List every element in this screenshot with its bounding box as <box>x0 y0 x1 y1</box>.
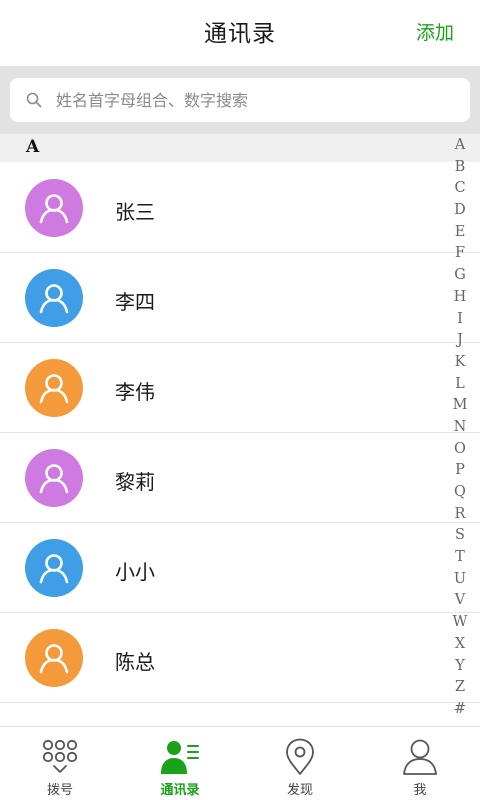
add-contact-button[interactable]: 添加 <box>416 18 454 45</box>
index-letter[interactable]: # <box>454 699 466 721</box>
bottom-tab-bar: 拨号 通讯录 发现 我 <box>0 726 480 800</box>
index-letter[interactable]: O <box>454 439 466 461</box>
tab-label: 通讯录 <box>160 783 200 798</box>
index-letter[interactable]: V <box>455 590 465 612</box>
search-input[interactable] <box>56 90 436 110</box>
person-icon <box>39 644 69 674</box>
index-letter[interactable]: E <box>455 222 466 244</box>
tab-discover[interactable]: 发现 <box>240 727 360 800</box>
index-letter[interactable]: W <box>453 612 468 634</box>
index-letter[interactable]: X <box>455 634 465 656</box>
index-letter[interactable]: L <box>455 374 465 396</box>
index-letter[interactable]: G <box>454 265 466 287</box>
contact-name: 张三 <box>115 200 155 224</box>
index-letter[interactable]: A <box>455 135 465 157</box>
search-icon <box>26 92 42 108</box>
contact-row[interactable]: 李四 <box>0 253 480 343</box>
location-pin-icon <box>286 738 314 775</box>
index-letter[interactable]: B <box>455 157 466 179</box>
index-letter[interactable]: M <box>453 395 468 417</box>
dialpad-icon <box>42 739 78 773</box>
index-letter[interactable]: Z <box>455 677 465 699</box>
profile-icon <box>403 739 437 775</box>
index-letter[interactable]: T <box>455 547 465 569</box>
contact-name: 黎莉 <box>115 470 155 494</box>
index-letter[interactable]: Y <box>455 656 465 678</box>
contact-name: 小小 <box>115 560 155 584</box>
index-letter[interactable]: J <box>457 330 463 352</box>
section-header-a: A <box>0 134 480 162</box>
index-letter[interactable]: F <box>455 243 465 265</box>
tab-label: 我 <box>413 783 427 798</box>
index-letter[interactable]: S <box>455 525 465 547</box>
index-letter[interactable]: C <box>454 178 465 200</box>
avatar <box>25 539 83 597</box>
avatar <box>25 359 83 417</box>
index-letter[interactable]: I <box>457 309 463 331</box>
index-letter[interactable]: N <box>454 417 467 439</box>
index-letter[interactable]: U <box>454 569 466 591</box>
person-icon <box>39 374 69 404</box>
contacts-icon <box>161 741 199 774</box>
index-letter[interactable]: Q <box>454 482 466 504</box>
tab-label: 拨号 <box>46 783 73 798</box>
contact-row[interactable]: 张三 <box>0 163 480 253</box>
top-bar: 通讯录 添加 <box>0 0 480 66</box>
index-letter[interactable]: H <box>454 287 467 309</box>
person-icon <box>39 284 69 314</box>
index-letter[interactable]: P <box>455 460 465 482</box>
tab-label: 发现 <box>286 783 313 798</box>
contact-row[interactable]: 黎莉 <box>0 433 480 523</box>
index-letter[interactable]: K <box>455 352 466 374</box>
index-letter[interactable]: R <box>455 504 466 526</box>
contact-row[interactable]: 陈总 <box>0 613 480 703</box>
person-icon <box>39 464 69 494</box>
contact-name: 陈总 <box>115 650 155 674</box>
tab-contacts[interactable]: 通讯录 <box>120 727 240 800</box>
contact-list: 张三 李四 李伟 黎莉 小小 陈总 <box>0 163 480 703</box>
search-box[interactable] <box>10 78 470 122</box>
index-letter[interactable]: D <box>454 200 466 222</box>
person-icon <box>39 194 69 224</box>
avatar <box>25 179 83 237</box>
tab-me[interactable]: 我 <box>360 727 480 800</box>
avatar <box>25 269 83 327</box>
avatar <box>25 629 83 687</box>
search-bar <box>0 66 480 134</box>
person-icon <box>39 554 69 584</box>
contact-name: 李伟 <box>115 380 155 404</box>
avatar <box>25 449 83 507</box>
contact-row[interactable]: 李伟 <box>0 343 480 433</box>
contact-name: 李四 <box>115 290 155 314</box>
section-letter: A <box>26 137 40 157</box>
alphabet-index[interactable]: A B C D E F G H I J K L M N O P Q R S T … <box>448 135 472 721</box>
contact-row[interactable]: 小小 <box>0 523 480 613</box>
page-title: 通讯录 <box>204 21 276 47</box>
tab-dial[interactable]: 拨号 <box>0 727 120 800</box>
